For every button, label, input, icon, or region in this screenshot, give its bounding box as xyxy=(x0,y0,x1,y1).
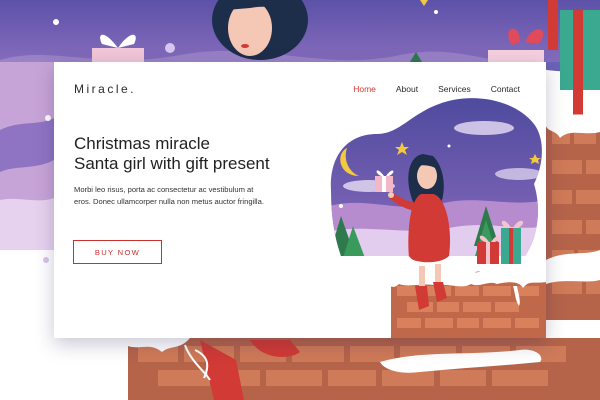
brand-logo[interactable]: Miracle. xyxy=(74,82,136,96)
hero-title-line-1: Christmas miracle xyxy=(74,134,211,153)
hero-illustration xyxy=(330,98,546,338)
hero-title-line-2: Santa girl with gift present xyxy=(74,154,270,173)
landing-card: Miracle. Home About Services Contact Chr… xyxy=(54,62,546,338)
top-nav: Home About Services Contact xyxy=(353,84,520,94)
nav-link-home[interactable]: Home xyxy=(353,84,376,94)
nav-link-services[interactable]: Services xyxy=(438,84,471,94)
nav-link-about[interactable]: About xyxy=(396,84,418,94)
nav-link-contact[interactable]: Contact xyxy=(491,84,520,94)
hero-description: Morbi leo risus, porta ac consectetur ac… xyxy=(74,185,264,206)
buy-now-button[interactable]: BUY NOW xyxy=(73,240,162,264)
hero-title: Christmas miracle Santa girl with gift p… xyxy=(74,134,304,174)
